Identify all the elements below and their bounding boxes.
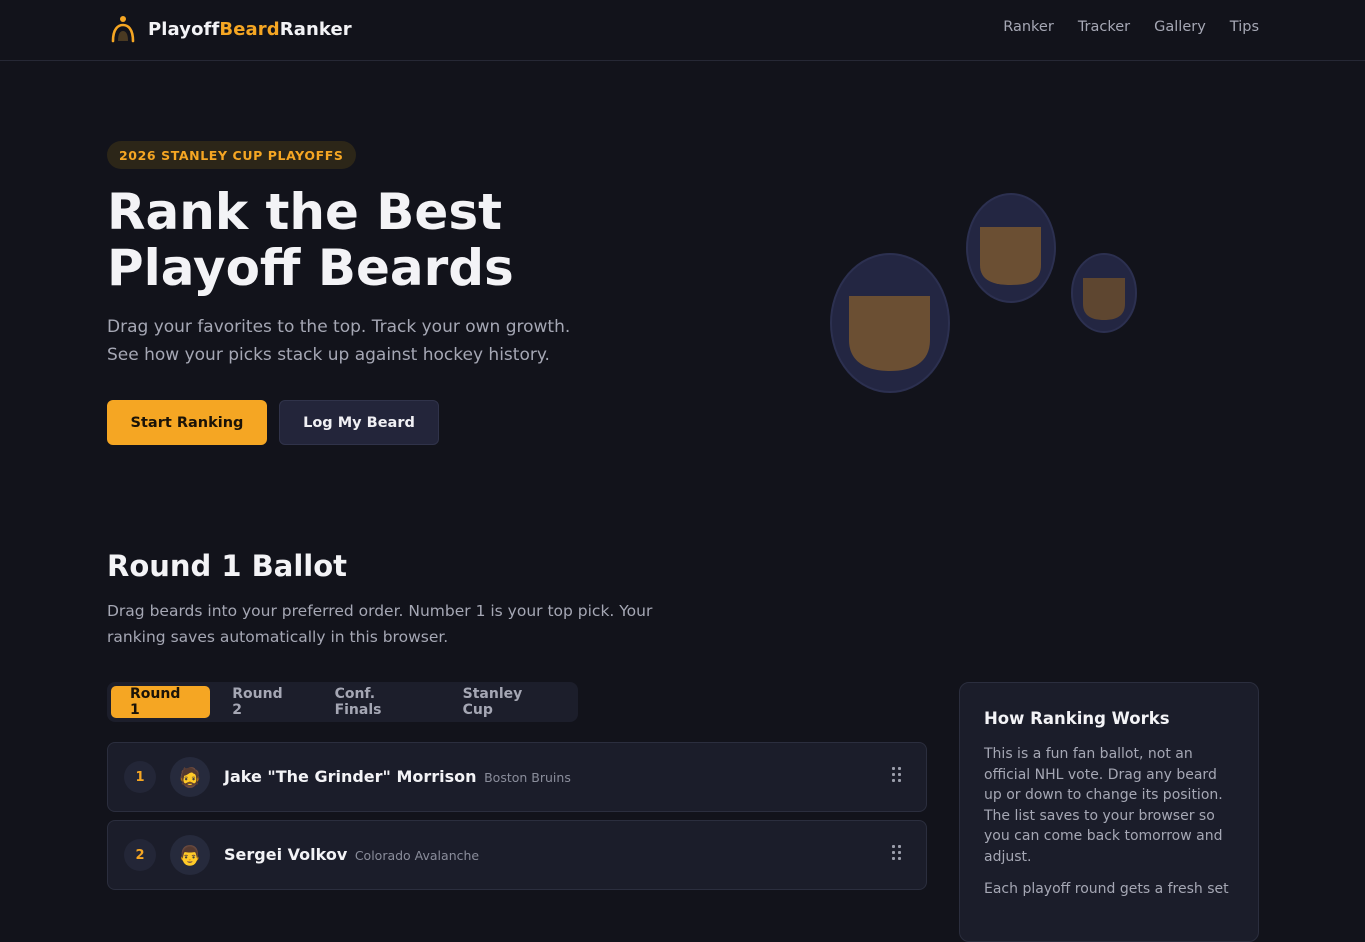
team-name: Colorado Avalanche	[354, 848, 480, 863]
drag-handle-icon[interactable]	[892, 767, 904, 783]
info-card-title: How Ranking Works	[984, 709, 1170, 728]
beard-logo-icon	[111, 16, 135, 43]
info-paragraph: Each playoff round gets a fresh set	[984, 881, 1229, 897]
nav-link-gallery[interactable]: Gallery	[1154, 19, 1206, 35]
small-face-icon	[1071, 253, 1137, 333]
team-name: Boston Bruins	[484, 770, 571, 785]
tab-conf-finals[interactable]: Conf. Finals	[316, 686, 441, 718]
nav-link-tracker[interactable]: Tracker	[1078, 19, 1130, 35]
ranking-row[interactable]: 2 👨 Sergei Volkov Colorado Avalanche	[107, 820, 927, 890]
large-face-icon	[830, 253, 950, 393]
log-my-beard-button[interactable]: Log My Beard	[279, 400, 439, 445]
ballot-title: Round 1 Ballot	[107, 549, 348, 583]
player-name: Jake "The Grinder" Morrison Boston Bruin…	[224, 767, 571, 786]
brand-logo-link[interactable]: PlayoffBeardRanker	[110, 14, 352, 44]
start-ranking-button[interactable]: Start Ranking	[107, 400, 267, 445]
round-tabs: Round 1 Round 2 Conf. Finals Stanley Cup	[107, 682, 578, 722]
info-paragraph: This is a fun fan ballot, not an officia…	[984, 746, 1223, 865]
beard-faces-illustration	[830, 193, 1137, 393]
season-badge: 2026 STANLEY CUP PLAYOFFS	[107, 141, 356, 169]
hero-title: Rank the Best Playoff Beards	[107, 183, 514, 297]
rank-number: 1	[124, 761, 156, 793]
how-ranking-works-card: How Ranking Works This is a fun fan ball…	[959, 682, 1259, 942]
ballot-description: Drag beards into your preferred order. N…	[107, 602, 653, 646]
avatar: 👨	[170, 835, 210, 875]
medium-face-icon	[966, 193, 1056, 303]
avatar: 🧔	[170, 757, 210, 797]
tab-round-1[interactable]: Round 1	[111, 686, 211, 718]
brand-name: PlayoffBeardRanker	[148, 18, 352, 40]
rank-number: 2	[124, 839, 156, 871]
tab-round-2[interactable]: Round 2	[213, 686, 312, 718]
hero-subtitle: Drag your favorites to the top. Track yo…	[107, 317, 571, 365]
tab-stanley-cup[interactable]: Stanley Cup	[444, 686, 571, 718]
nav-link-tips[interactable]: Tips	[1230, 19, 1259, 35]
player-name: Sergei Volkov Colorado Avalanche	[224, 845, 480, 864]
nav-link-ranker[interactable]: Ranker	[1003, 19, 1054, 35]
top-navigation-bar: PlayoffBeardRanker Ranker Tracker Galler…	[0, 0, 1365, 61]
main-nav: Ranker Tracker Gallery Tips	[1003, 19, 1259, 35]
drag-handle-icon[interactable]	[892, 845, 904, 861]
ranking-row[interactable]: 1 🧔 Jake "The Grinder" Morrison Boston B…	[107, 742, 927, 812]
